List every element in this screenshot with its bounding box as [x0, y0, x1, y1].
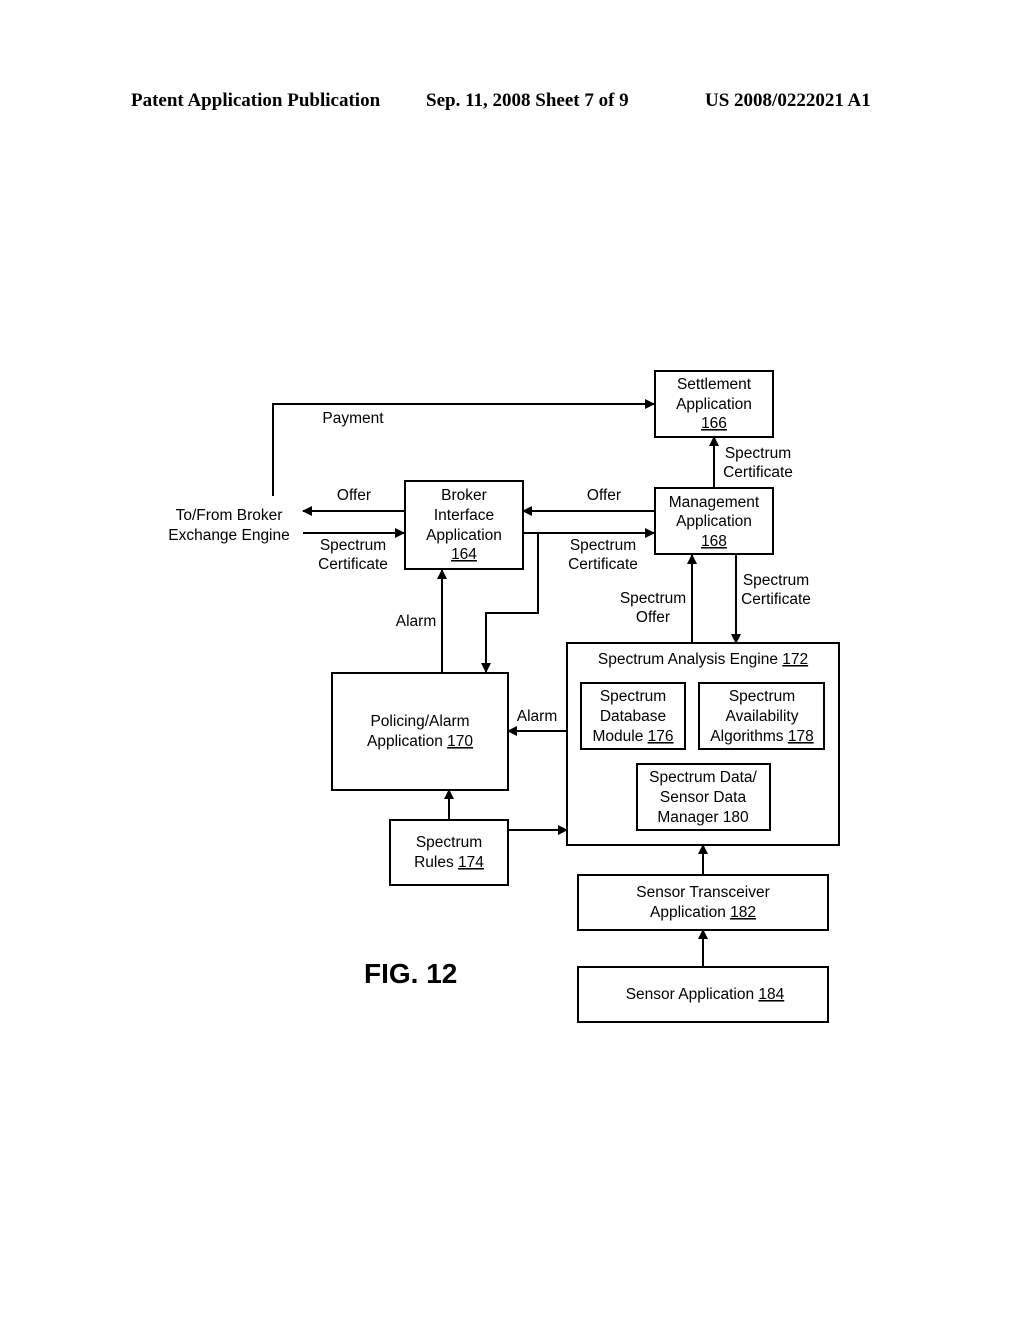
cert-mid-label-1: Spectrum: [570, 537, 636, 554]
broker-line-1: Broker: [441, 487, 487, 504]
cert-left-label-1: Spectrum: [320, 537, 386, 554]
settlement-line-2: Application: [676, 396, 752, 413]
spectrum-availability-algorithms-box: Spectrum Availability Algorithms 178: [698, 682, 825, 750]
transceiver-ref: 182: [730, 904, 756, 921]
datamanager-line-1: Spectrum Data/: [649, 769, 757, 786]
offer-left-label: Offer: [337, 487, 371, 504]
transceiver-line-2: Application 182: [650, 904, 756, 921]
sensor-application-box: Sensor Application 184: [577, 966, 829, 1023]
spectrum-data-manager-box: Spectrum Data/ Sensor Data Manager 180: [636, 763, 771, 831]
alarm-left-label: Alarm: [517, 708, 557, 725]
spectrum-offer-label-1: Spectrum: [620, 590, 686, 607]
cert-down-label-1: Spectrum: [743, 572, 809, 589]
spectrum-analysis-engine-box: Spectrum Analysis Engine 172 Spectrum Da…: [566, 642, 840, 846]
rules-line-1: Spectrum: [416, 834, 482, 851]
broker-line-2: Interface: [434, 507, 494, 524]
broker-line-3: Application: [426, 527, 502, 544]
datamanager-line-2: Sensor Data: [660, 789, 747, 806]
availability-ref: 178: [788, 728, 814, 745]
cert-mid-label-2: Certificate: [568, 556, 638, 573]
database-line-2: Database: [600, 708, 666, 725]
policing-line-2: Application 170: [367, 733, 473, 750]
rules-ref: 174: [458, 854, 484, 871]
offer-mid-label: Offer: [587, 487, 621, 504]
management-ref: 168: [701, 533, 727, 550]
settlement-ref: 166: [701, 415, 727, 432]
availability-line-1: Spectrum: [729, 688, 795, 705]
database-line-3: Module 176: [592, 728, 673, 745]
availability-line-3: Algorithms 178: [710, 728, 813, 745]
cert-left-label-2: Certificate: [318, 556, 388, 573]
management-line-1: Management: [669, 494, 760, 511]
settlement-line-1: Settlement: [677, 376, 752, 393]
rules-line-2: Rules 174: [414, 854, 484, 871]
management-line-2: Application: [676, 513, 752, 530]
block-diagram: Settlement Application 166 Broker Interf…: [168, 370, 840, 1023]
policing-ref: 170: [447, 733, 473, 750]
payment-label: Payment: [322, 410, 384, 427]
analysis-ref: 172: [782, 651, 808, 668]
availability-line-2: Availability: [726, 708, 799, 725]
sensor-title: Sensor Application 184: [626, 986, 785, 1003]
figure-label: FIG. 12: [364, 958, 457, 989]
database-line-1: Spectrum: [600, 688, 666, 705]
cert-up-label-1: Spectrum: [725, 445, 791, 462]
analysis-title: Spectrum Analysis Engine 172: [598, 651, 808, 668]
database-ref: 176: [648, 728, 674, 745]
broker-exchange-engine-line-1: To/From Broker: [176, 507, 283, 524]
settlement-application-box: Settlement Application 166: [654, 370, 774, 438]
spectrum-rules-box: Spectrum Rules 174: [389, 819, 509, 886]
broker-ref: 164: [451, 546, 477, 563]
cert-down-label-2: Certificate: [741, 591, 811, 608]
sensor-ref: 184: [758, 986, 784, 1003]
broker-exchange-engine-line-2: Exchange Engine: [168, 527, 290, 544]
policing-line-1: Policing/Alarm: [370, 713, 469, 730]
datamanager-line-3: Manager 180: [657, 809, 749, 826]
broker-interface-application-box: Broker Interface Application 164: [404, 480, 524, 570]
alarm-up-label: Alarm: [396, 613, 436, 630]
policing-alarm-application-box: Policing/Alarm Application 170: [331, 672, 509, 791]
management-application-box: Management Application 168: [654, 487, 774, 555]
cert-up-label-2: Certificate: [723, 464, 793, 481]
transceiver-line-1: Sensor Transceiver: [636, 884, 770, 901]
spectrum-database-module-box: Spectrum Database Module 176: [580, 682, 686, 750]
spectrum-offer-label-2: Offer: [636, 609, 670, 626]
sensor-transceiver-application-box: Sensor Transceiver Application 182: [577, 874, 829, 931]
